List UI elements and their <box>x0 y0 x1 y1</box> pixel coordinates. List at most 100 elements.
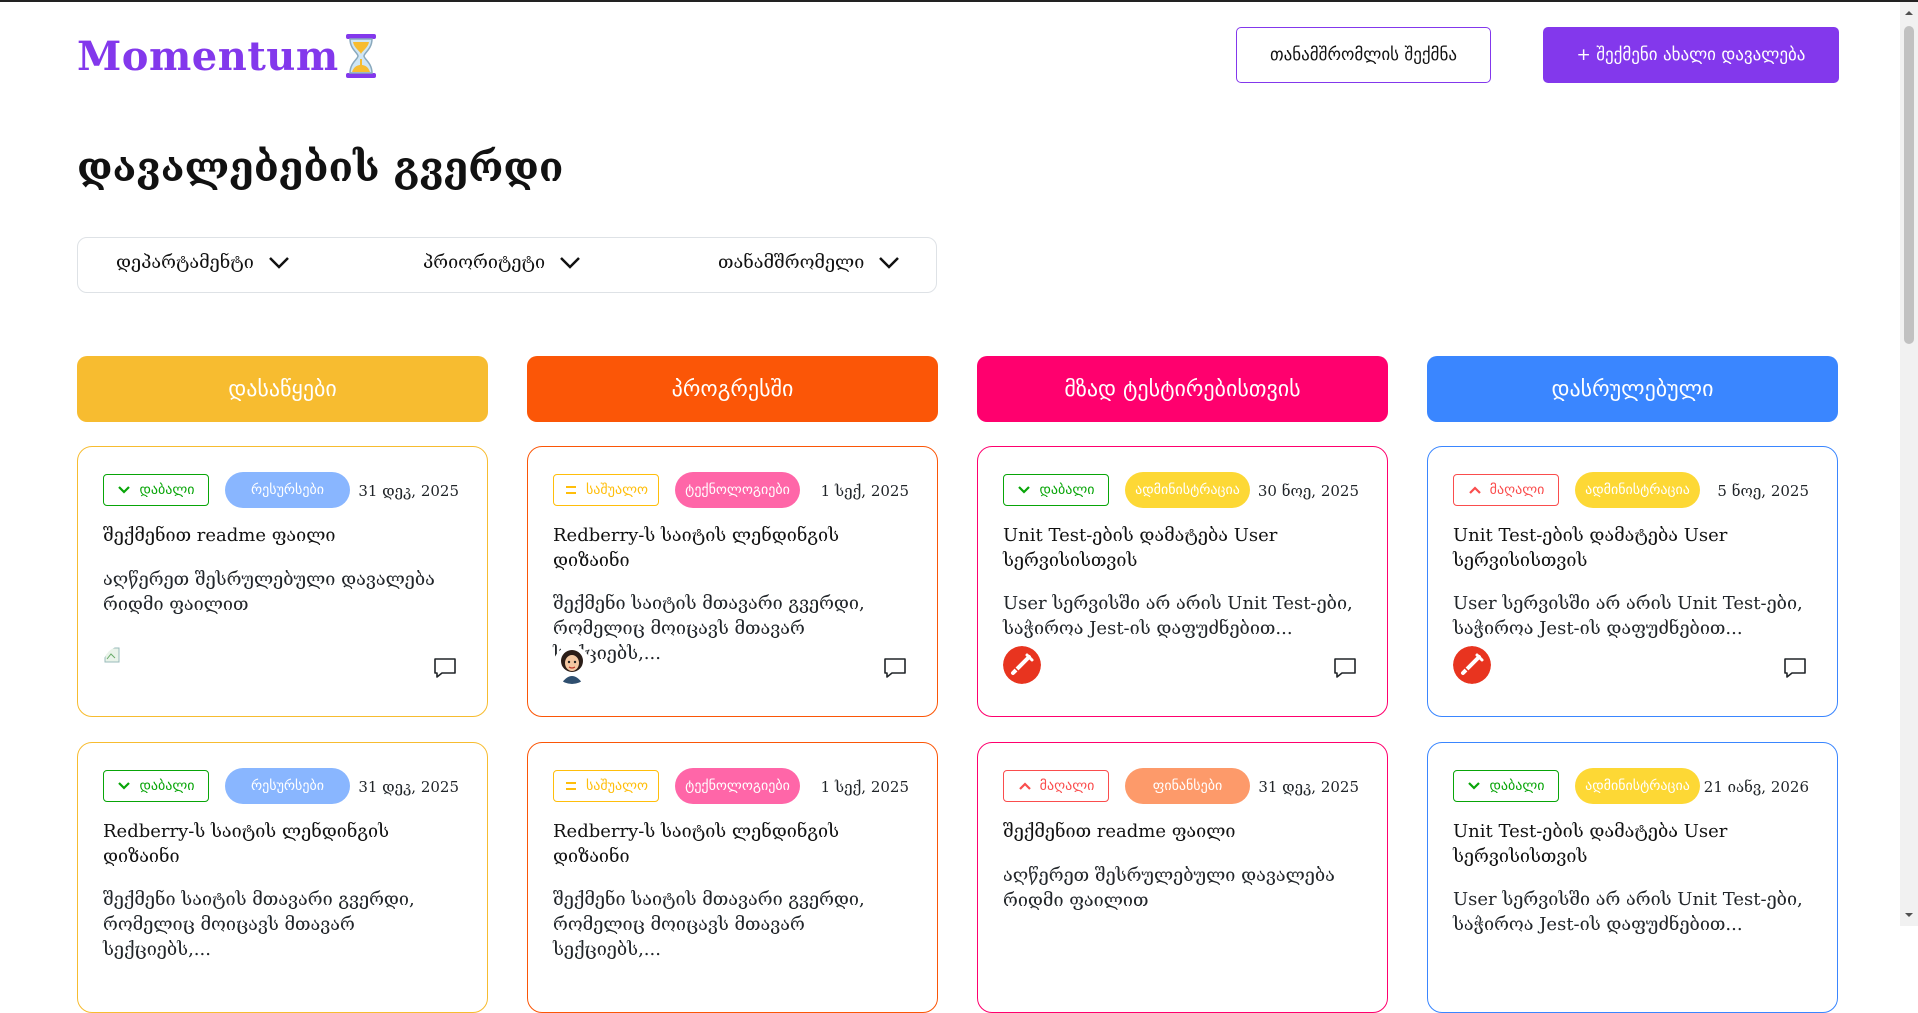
priority-label: დაბალი <box>139 482 195 498</box>
due-date: 21 იანვ, 2026 <box>1703 778 1809 796</box>
priority-badge: საშუალო <box>553 770 659 802</box>
task-card[interactable]: მაღალი ფინანსები 31 დეკ, 2025 შექმენით read… <box>977 742 1388 1013</box>
card-title: Unit Test-ების დამატება User სერვისისთვი… <box>1453 821 1728 867</box>
due-date: 5 ნოე, 2025 <box>1717 482 1809 500</box>
task-card[interactable]: დაბალი რესურსები 31 დეკ, 2025 შექმენით read… <box>77 446 488 717</box>
task-card[interactable]: საშუალო ტექნოლოგიები 1 სექ, 2025 Redberry-ს… <box>527 446 938 717</box>
priority-label: დაბალი <box>139 778 195 794</box>
priority-label: საშუალო <box>585 482 648 498</box>
card-title: შექმენით readme ფაილი <box>103 525 336 546</box>
priority-badge: საშუალო <box>553 474 659 506</box>
department-badge: რესურსები <box>225 472 350 508</box>
priority-badge: დაბალი <box>1003 474 1109 506</box>
priority-low-icon <box>118 486 131 494</box>
card-description: შექმენი საიტის მთავარი გვერდი, რომელიც მ… <box>103 889 415 960</box>
priority-label: დაბალი <box>1489 778 1545 794</box>
task-card[interactable]: დაბალი რესურსები 31 დეკ, 2025 Redberry-ს სა… <box>77 742 488 1013</box>
card-tags: მაღალი ფინანსები <box>1003 768 1250 804</box>
department-badge: ტექნოლოგიები <box>675 768 800 804</box>
scroll-thumb[interactable] <box>1904 26 1914 344</box>
filter-bar: დეპარტამენტი პრიორიტეტი თანამშრომელი <box>77 237 937 293</box>
comment-icon[interactable] <box>883 657 907 679</box>
task-card[interactable]: დაბალი ადმინისტრაცია 21 იანვ, 2026 Unit Tes… <box>1427 742 1838 1013</box>
card-tags: მაღალი ადმინისტრაცია <box>1453 472 1700 508</box>
card-tags: საშუალო ტექნოლოგიები <box>553 768 800 804</box>
priority-label: მაღალი <box>1039 778 1095 794</box>
comment-icon[interactable] <box>1333 657 1357 679</box>
filter-department[interactable]: დეპარტამენტი <box>116 252 290 273</box>
card-tags: დაბალი რესურსები <box>103 472 350 508</box>
create-employee-button[interactable]: თანამშრომლის შექმნა <box>1236 27 1491 83</box>
card-title: Redberry-ს საიტის ლენდინგის დიზაინი <box>553 821 839 867</box>
card-tags: დაბალი რესურსები <box>103 768 350 804</box>
department-badge: ფინანსები <box>1125 768 1250 804</box>
priority-label: მაღალი <box>1489 482 1545 498</box>
card-description: აღწერეთ შესრულებული დავალება რიდმი ფაილი… <box>103 569 435 615</box>
filter-employee[interactable]: თანამშრომელი <box>718 252 900 273</box>
card-tags: დაბალი ადმინისტრაცია <box>1003 472 1250 508</box>
chevron-down-icon <box>268 256 289 269</box>
filter-department-label: დეპარტამენტი <box>116 252 254 273</box>
scrollbar[interactable] <box>1900 2 1918 926</box>
avatar <box>1003 646 1041 684</box>
due-date: 31 დეკ, 2025 <box>358 482 459 500</box>
priority-low-icon <box>1468 782 1481 790</box>
card-description: User სერვისში არ არის Unit Test-ები, საჭ… <box>1453 593 1803 639</box>
card-title: შექმენით readme ფაილი <box>1003 821 1236 842</box>
task-card[interactable]: დაბალი ადმინისტრაცია 30 ნოე, 2025 Unit Test… <box>977 446 1388 717</box>
department-badge: ადმინისტრაცია <box>1575 768 1700 804</box>
priority-low-icon <box>118 782 131 790</box>
priority-medium-icon <box>565 782 576 790</box>
chevron-down-icon <box>560 256 580 269</box>
logo[interactable]: Momentum <box>77 32 379 80</box>
priority-badge: დაბალი <box>103 474 209 506</box>
department-badge: ადმინისტრაცია <box>1575 472 1700 508</box>
column-header: პროგრესში <box>527 356 938 422</box>
due-date: 1 სექ, 2025 <box>820 482 909 500</box>
card-description: User სერვისში არ არის Unit Test-ები, საჭ… <box>1003 593 1353 639</box>
task-card[interactable]: მაღალი ადმინისტრაცია 5 ნოე, 2025 Unit Test-… <box>1427 446 1838 717</box>
due-date: 30 ნოე, 2025 <box>1257 482 1359 500</box>
chevron-down-icon <box>879 256 900 269</box>
comment-icon[interactable] <box>1783 657 1807 679</box>
avatar <box>1453 646 1491 684</box>
priority-label: საშუალო <box>585 778 648 794</box>
page-title: დავალებების გვერდი <box>77 144 564 191</box>
avatar <box>103 646 141 684</box>
column-header: დასაწყები <box>77 356 488 422</box>
priority-medium-icon <box>565 486 576 494</box>
column-ready-for-testing: მზად ტესტირებისთვის დაბალი ადმინისტრაცია 30… <box>977 356 1388 1013</box>
card-description: აღწერეთ შესრულებული დავალება რიდმი ფაილი… <box>1003 865 1335 911</box>
filter-priority[interactable]: პრიორიტეტი <box>423 252 581 273</box>
card-tags: დაბალი ადმინისტრაცია <box>1453 768 1700 804</box>
scroll-down-arrow-icon[interactable] <box>1904 910 1914 920</box>
column-done: დასრულებული მაღალი ადმინისტრაცია 5 ნოე, 202… <box>1427 356 1838 1013</box>
due-date: 31 დეკ, 2025 <box>1258 778 1359 796</box>
department-badge: ადმინისტრაცია <box>1125 472 1250 508</box>
filter-priority-label: პრიორიტეტი <box>423 252 546 273</box>
create-task-button[interactable]: + შექმენი ახალი დავალება <box>1543 27 1839 83</box>
card-title: Redberry-ს საიტის ლენდინგის დიზაინი <box>553 525 839 571</box>
comment-icon[interactable] <box>433 657 457 679</box>
priority-badge: მაღალი <box>1453 474 1559 506</box>
card-title: Unit Test-ების დამატება User სერვისისთვი… <box>1453 525 1728 571</box>
scroll-up-arrow-icon[interactable] <box>1904 8 1914 18</box>
column-header: მზად ტესტირებისთვის <box>977 356 1388 422</box>
top-header: Momentum თანამშრომლის შექმნა + შექმენი ა… <box>0 2 1900 112</box>
card-description: შექმენი საიტის მთავარი გვერდი, რომელიც მ… <box>553 889 865 960</box>
priority-low-icon <box>1018 486 1031 494</box>
priority-label: დაბალი <box>1039 482 1095 498</box>
priority-badge: დაბალი <box>1453 770 1559 802</box>
priority-badge: დაბალი <box>103 770 209 802</box>
priority-high-icon <box>1018 782 1031 790</box>
card-title: Unit Test-ების დამატება User სერვისისთვი… <box>1003 525 1278 571</box>
card-description: User სერვისში არ არის Unit Test-ები, საჭ… <box>1453 889 1803 935</box>
card-description: შექმენი საიტის მთავარი გვერდი, რომელიც მ… <box>553 593 865 664</box>
column-todo: დასაწყები დაბალი რესურსები 31 დეკ, 2025 შექმ… <box>77 356 488 1013</box>
priority-badge: მაღალი <box>1003 770 1109 802</box>
department-badge: ტექნოლოგიები <box>675 472 800 508</box>
card-title: Redberry-ს საიტის ლენდინგის დიზაინი <box>103 821 389 867</box>
task-card[interactable]: საშუალო ტექნოლოგიები 1 სექ, 2025 Redberry-ს… <box>527 742 938 1013</box>
due-date: 1 სექ, 2025 <box>820 778 909 796</box>
column-header: დასრულებული <box>1427 356 1838 422</box>
